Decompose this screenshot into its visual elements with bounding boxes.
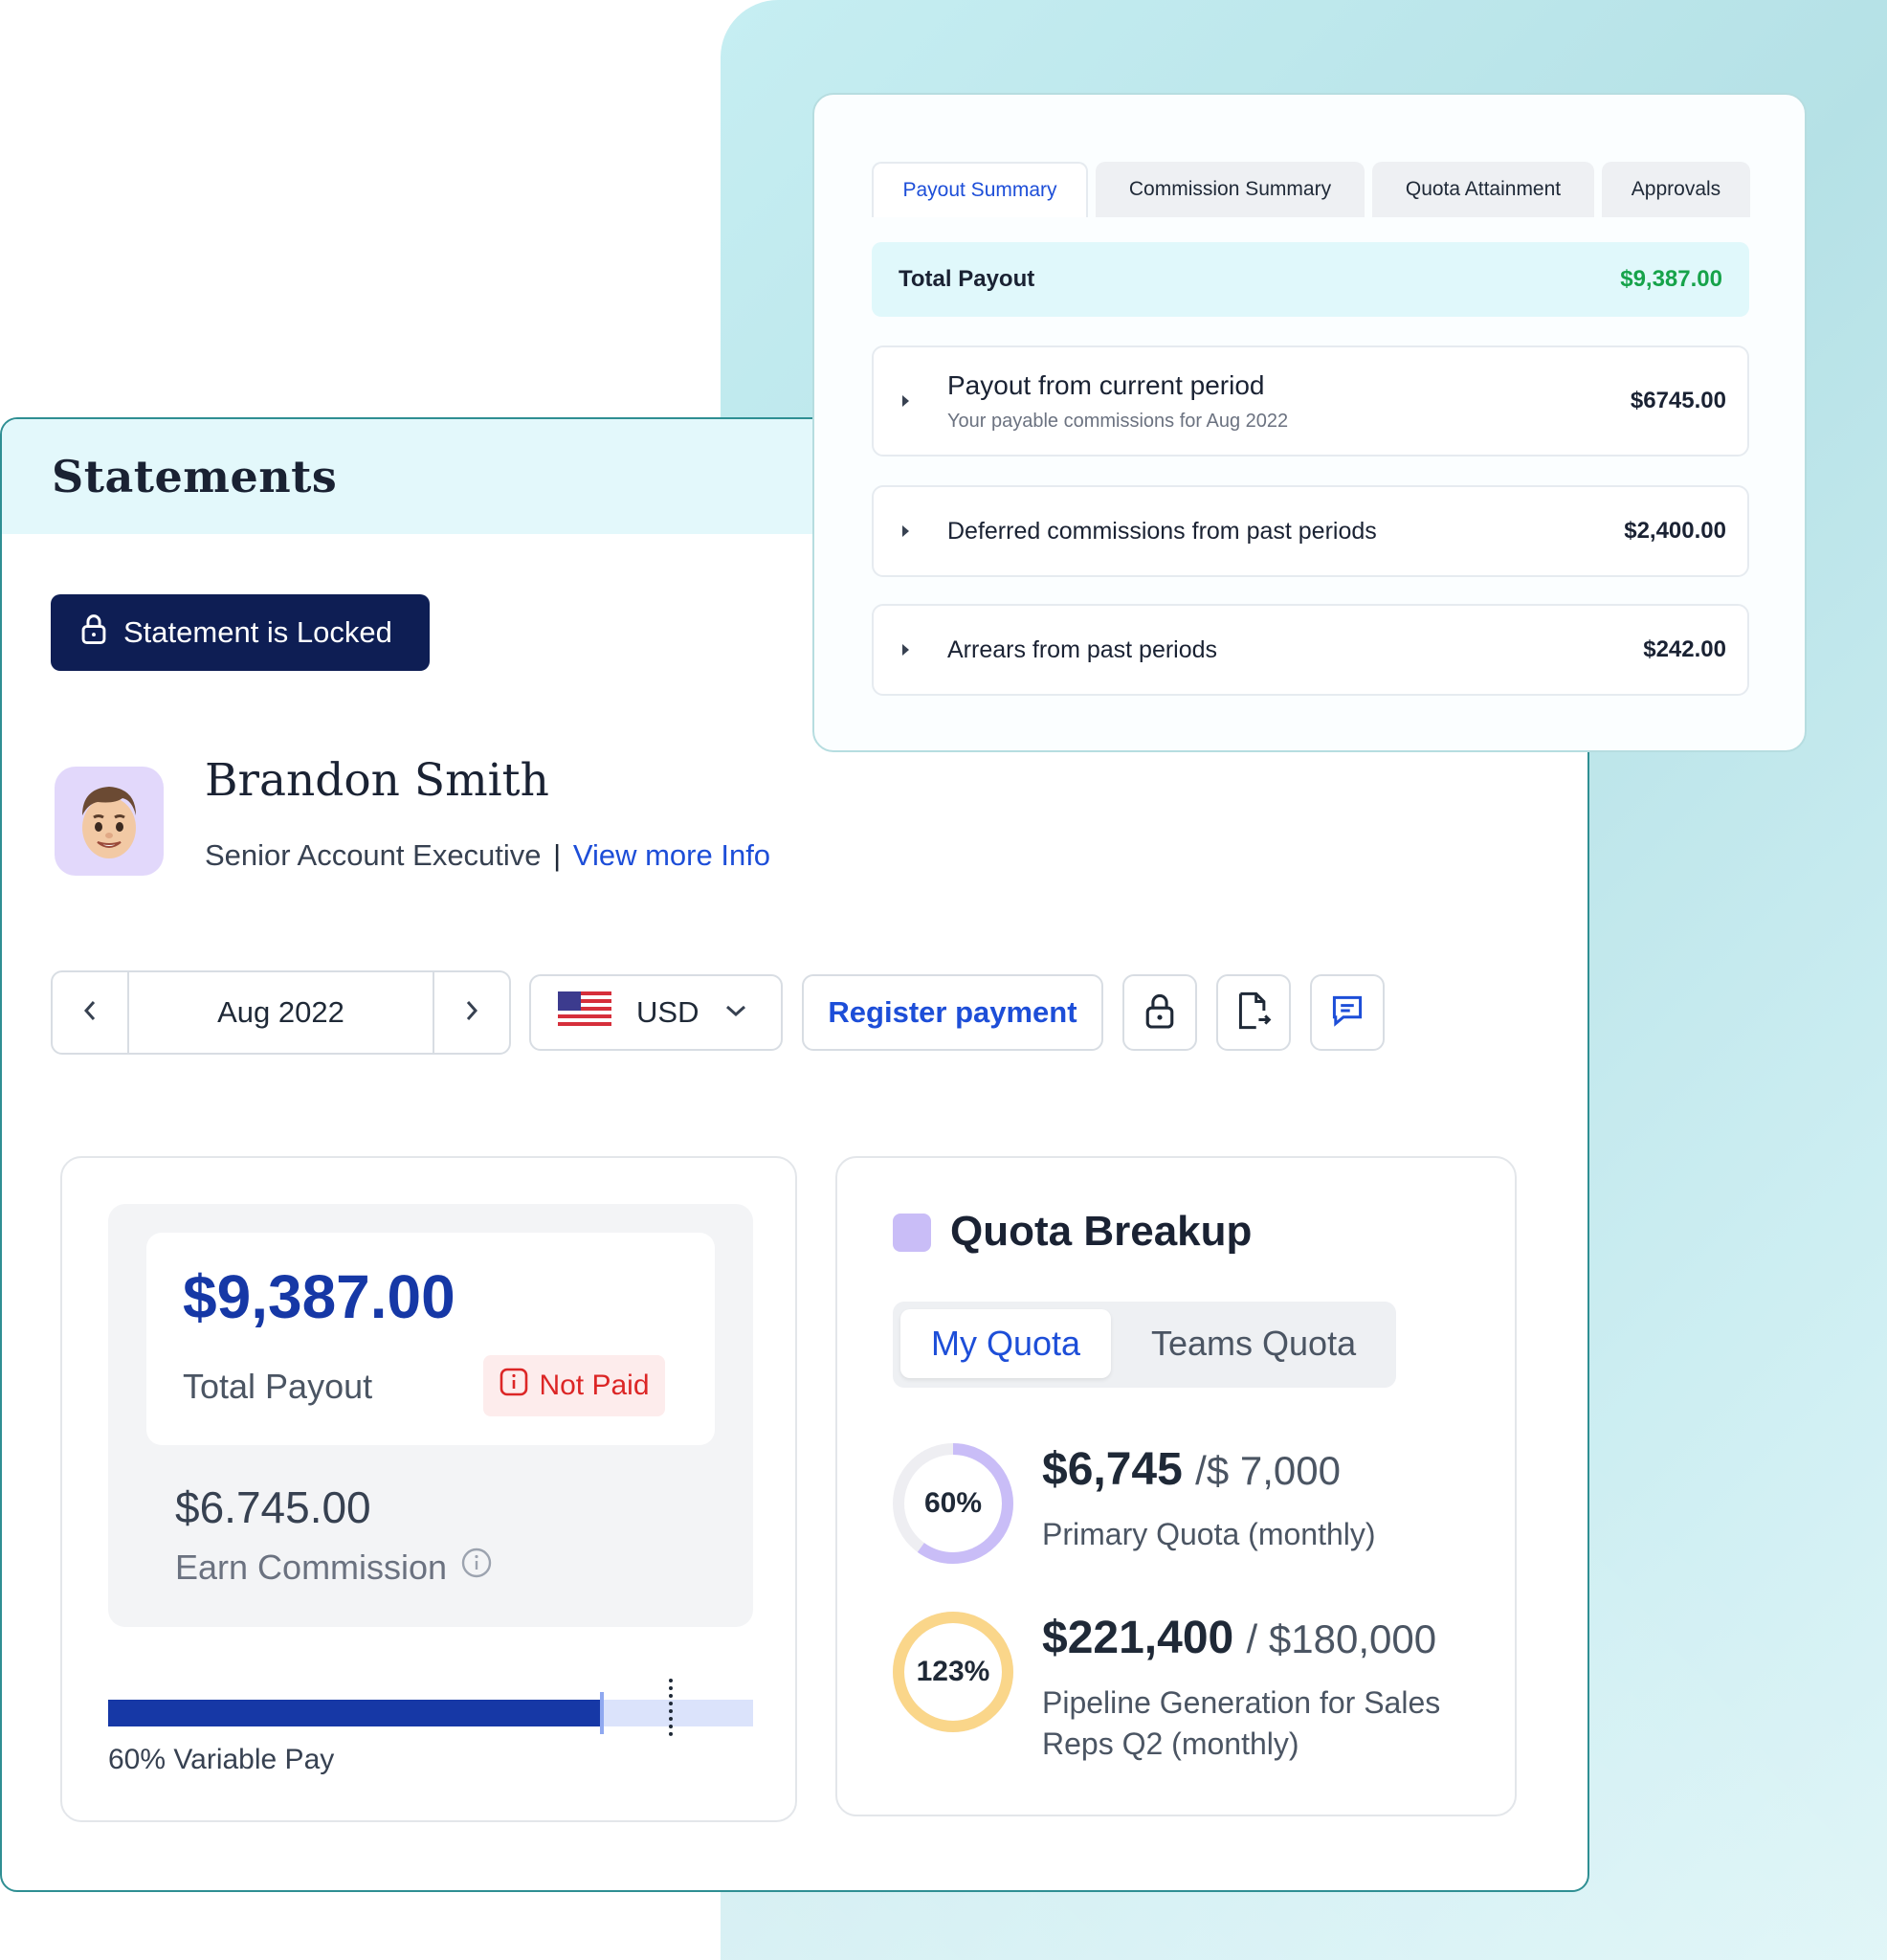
tab-my-quota[interactable]: My Quota bbox=[900, 1309, 1111, 1378]
info-icon[interactable] bbox=[460, 1547, 493, 1588]
caret-right-icon bbox=[902, 395, 909, 407]
currency-label: USD bbox=[636, 995, 699, 1029]
total-payout-box: $9,387.00 Total Payout Not Paid bbox=[146, 1233, 715, 1445]
variable-pay-bar bbox=[108, 1679, 753, 1736]
total-payout-row-value: $9,387.00 bbox=[1620, 266, 1722, 292]
statement-locked-badge: Statement is Locked bbox=[51, 594, 430, 671]
quota-percent-pipeline: 123% bbox=[916, 1656, 990, 1687]
variable-pay-label: 60% Variable Pay bbox=[108, 1744, 335, 1775]
summary-row-title: Payout from current period bbox=[947, 369, 1265, 400]
status-badge-label: Not Paid bbox=[539, 1370, 650, 1401]
summary-row-deferred[interactable]: Deferred commissions from past periods $… bbox=[872, 485, 1749, 577]
view-more-info-link[interactable]: View more Info bbox=[573, 838, 770, 872]
quota-color-swatch bbox=[893, 1214, 931, 1252]
quota-amount-pipeline: $221,400 / $180,000 bbox=[1042, 1612, 1436, 1664]
total-payout-row: Total Payout $9,387.00 bbox=[872, 242, 1749, 317]
quota-description-primary: Primary Quota (monthly) bbox=[1042, 1517, 1376, 1551]
summary-row-value: $6745.00 bbox=[1630, 388, 1726, 413]
variable-pay-marker bbox=[600, 1692, 604, 1734]
chevron-down-icon bbox=[723, 1002, 748, 1024]
tab-approvals[interactable]: Approvals bbox=[1602, 162, 1750, 217]
export-statement-button[interactable] bbox=[1216, 974, 1291, 1051]
locked-badge-label: Statement is Locked bbox=[123, 615, 392, 649]
comments-button[interactable] bbox=[1310, 974, 1385, 1051]
lock-statement-button[interactable] bbox=[1122, 974, 1197, 1051]
quota-toggle: My Quota Teams Quota bbox=[893, 1302, 1396, 1388]
tab-teams-quota[interactable]: Teams Quota bbox=[1151, 1309, 1356, 1378]
summary-row-subtitle: Your payable commissions for Aug 2022 bbox=[947, 410, 1289, 432]
chevron-right-icon bbox=[462, 998, 481, 1028]
quota-achieved-primary: $6,745 bbox=[1042, 1444, 1183, 1495]
quota-achieved-pipeline: $221,400 bbox=[1042, 1613, 1234, 1663]
tab-payout-summary[interactable]: Payout Summary bbox=[872, 162, 1088, 217]
quota-title: Quota Breakup bbox=[950, 1208, 1253, 1255]
variable-pay-fill bbox=[108, 1700, 602, 1726]
total-payout-row-label: Total Payout bbox=[899, 266, 1035, 292]
info-icon bbox=[499, 1367, 529, 1405]
user-role: Senior Account Executive bbox=[205, 838, 542, 872]
user-name: Brandon Smith bbox=[205, 754, 549, 807]
quota-amount-primary: $6,745 /$ 7,000 bbox=[1042, 1443, 1341, 1496]
next-period-button[interactable] bbox=[433, 972, 509, 1053]
avatar bbox=[55, 767, 164, 876]
caret-right-icon bbox=[902, 644, 909, 656]
payout-summary-box: $9,387.00 Total Payout Not Paid $6.745.0… bbox=[108, 1204, 753, 1627]
payout-summary-card: Payout Summary Commission Summary Quota … bbox=[812, 93, 1807, 752]
quota-description-pipeline: Pipeline Generation for Sales Reps Q2 (m… bbox=[1042, 1685, 1441, 1761]
tab-quota-attainment[interactable]: Quota Attainment bbox=[1372, 162, 1594, 217]
status-badge: Not Paid bbox=[483, 1355, 665, 1416]
register-payment-button[interactable]: Register payment bbox=[802, 974, 1103, 1051]
caret-right-icon bbox=[902, 525, 909, 537]
variable-pay-target bbox=[669, 1679, 673, 1736]
summary-row-value: $242.00 bbox=[1643, 636, 1726, 662]
user-role-line: Senior Account Executive | View more Inf… bbox=[205, 838, 770, 873]
earn-commission-label-row: Earn Commission bbox=[175, 1547, 493, 1588]
period-selector: Aug 2022 bbox=[51, 970, 511, 1055]
summary-tabs: Payout Summary Commission Summary Quota … bbox=[872, 162, 1750, 217]
total-payout-label: Total Payout bbox=[183, 1367, 373, 1406]
summary-row-arrears[interactable]: Arrears from past periods $242.00 bbox=[872, 604, 1749, 696]
earn-commission-label: Earn Commission bbox=[175, 1547, 448, 1587]
summary-row-title: Arrears from past periods bbox=[947, 635, 1218, 663]
payout-panel: $9,387.00 Total Payout Not Paid $6.745.0… bbox=[60, 1156, 797, 1822]
tab-commission-summary[interactable]: Commission Summary bbox=[1096, 162, 1365, 217]
role-separator: | bbox=[553, 838, 562, 872]
page-title: Statements bbox=[52, 451, 338, 502]
summary-row-current-period[interactable]: Payout from current period Your payable … bbox=[872, 345, 1749, 457]
currency-dropdown[interactable]: USD bbox=[529, 974, 783, 1051]
quota-percent-primary: 60% bbox=[923, 1487, 983, 1519]
quota-panel: Quota Breakup My Quota Teams Quota 60% $… bbox=[835, 1156, 1517, 1816]
quota-target-primary: /$ 7,000 bbox=[1195, 1448, 1341, 1493]
comment-icon bbox=[1329, 992, 1365, 1034]
quota-target-pipeline: / $180,000 bbox=[1246, 1616, 1437, 1661]
summary-row-title: Deferred commissions from past periods bbox=[947, 517, 1377, 545]
lock-icon bbox=[79, 612, 108, 653]
us-flag-icon bbox=[558, 991, 611, 1035]
chevron-left-icon bbox=[80, 998, 100, 1028]
previous-period-button[interactable] bbox=[53, 972, 129, 1053]
total-payout-amount: $9,387.00 bbox=[183, 1262, 455, 1331]
file-export-icon bbox=[1235, 990, 1272, 1036]
period-label[interactable]: Aug 2022 bbox=[129, 972, 433, 1053]
lock-icon bbox=[1143, 991, 1176, 1035]
earn-commission-amount: $6.745.00 bbox=[175, 1482, 371, 1532]
summary-row-value: $2,400.00 bbox=[1624, 518, 1726, 544]
